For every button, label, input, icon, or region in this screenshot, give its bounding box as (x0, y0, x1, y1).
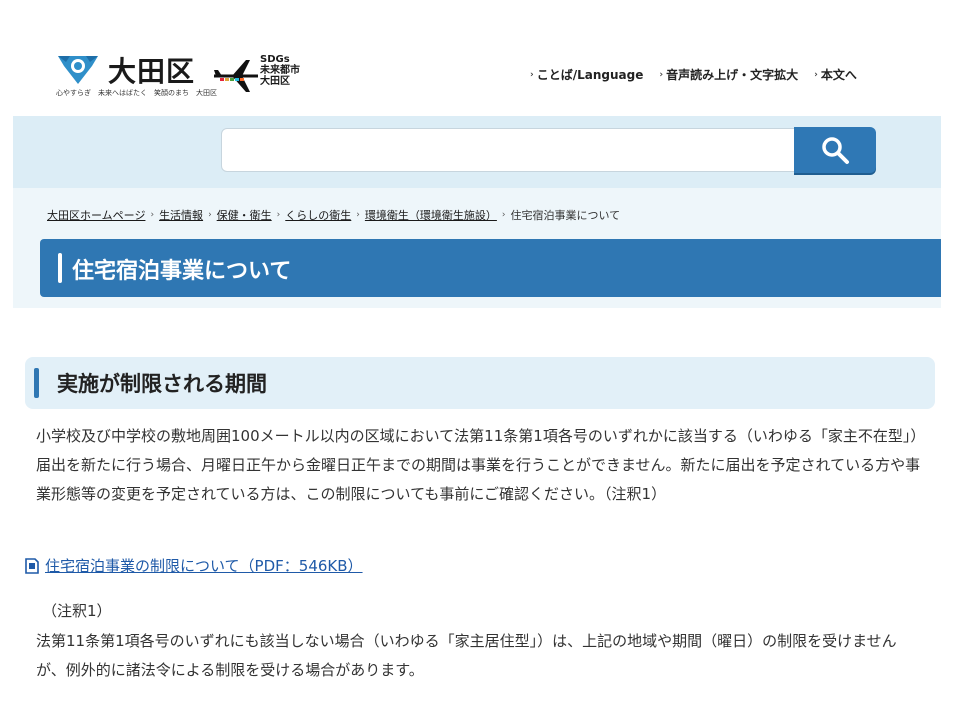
util-link-label: ことば/Language (536, 68, 644, 82)
title-accent-bar (58, 253, 62, 283)
util-link-label: 本文へ (820, 68, 857, 82)
breadcrumb-link-hygiene[interactable]: くらしの衛生 (285, 207, 351, 223)
chevron-right-icon: › (501, 210, 506, 220)
search-band (13, 116, 941, 188)
breadcrumb-link-life[interactable]: 生活情報 (159, 207, 203, 223)
note-label: （注釈1） (42, 602, 112, 620)
sdgs-text: SDGs 未来都市 大田区 (260, 54, 300, 87)
search-input[interactable] (221, 128, 795, 172)
sdgs-logo[interactable]: SDGs 未来都市 大田区 (212, 54, 304, 98)
chevron-right-icon: › (530, 69, 534, 80)
breadcrumb-current: 住宅宿泊事業について (510, 209, 621, 222)
note-paragraph: 法第11条第1項各号のいずれにも該当しない場合（いわゆる「家主居住型」）は、上記… (36, 632, 897, 679)
airplane-icon (214, 60, 258, 92)
ota-city-emblem-icon (58, 56, 98, 84)
util-link-label: 音声読み上げ・文字拡大 (666, 68, 799, 82)
sdgs-line: SDGs (260, 54, 290, 65)
logo-name: 大田区 (108, 55, 196, 88)
pdf-file-icon (25, 557, 39, 574)
read-aloud-link[interactable]: › 音声読み上げ・文字拡大 (659, 66, 798, 83)
breadcrumb-band: 大田区ホームページ › 生活情報 › 保健・衛生 › くらしの衛生 › 環境衛生… (13, 188, 941, 308)
breadcrumb-link-health[interactable]: 保健・衛生 (217, 207, 272, 223)
utility-nav: › ことば/Language › 音声読み上げ・文字拡大 › 本文へ (530, 66, 857, 83)
chevron-right-icon: › (150, 210, 155, 220)
language-link[interactable]: › ことば/Language (530, 66, 643, 83)
breadcrumb-link-env-hygiene[interactable]: 環境衛生（環境衛生施設） (365, 207, 497, 223)
heading-accent-bar (34, 368, 39, 398)
page-title-bar: 住宅宿泊事業について (40, 239, 941, 297)
breadcrumb-link-home[interactable]: 大田区ホームページ (47, 207, 145, 223)
restriction-paragraph: 小学校及び中学校の敷地周囲100メートル以内の区域において法第11条第1項各号の… (36, 427, 926, 503)
chevron-right-icon: › (276, 210, 281, 220)
section-title: 実施が制限される期間 (57, 372, 267, 396)
pdf-link-row[interactable]: 住宅宿泊事業の制限について（PDF：546KB） (25, 555, 363, 576)
pdf-download-link[interactable]: 住宅宿泊事業の制限について（PDF：546KB） (45, 555, 363, 576)
search-icon (822, 137, 849, 164)
site-header: 大田区 心やすらぎ 未来へはばたく 笑顔のまち 大田区 SDGs 未来都市 大田… (0, 0, 960, 116)
chevron-right-icon: › (208, 210, 212, 220)
skip-to-content-link[interactable]: › 本文へ (814, 66, 857, 83)
chevron-right-icon: › (659, 69, 664, 80)
sdgs-line: 大田区 (260, 76, 290, 87)
section-heading: 実施が制限される期間 (25, 357, 935, 409)
logo-tagline: 心やすらぎ 未来へはばたく 笑顔のまち 大田区 (56, 89, 217, 97)
search-button[interactable] (794, 127, 876, 173)
chevron-right-icon: › (814, 69, 818, 80)
page-title: 住宅宿泊事業について (72, 259, 292, 284)
breadcrumb: 大田区ホームページ › 生活情報 › 保健・衛生 › くらしの衛生 › 環境衛生… (47, 207, 620, 223)
sdgs-line: 未来都市 (260, 65, 300, 76)
chevron-right-icon: › (356, 210, 360, 220)
